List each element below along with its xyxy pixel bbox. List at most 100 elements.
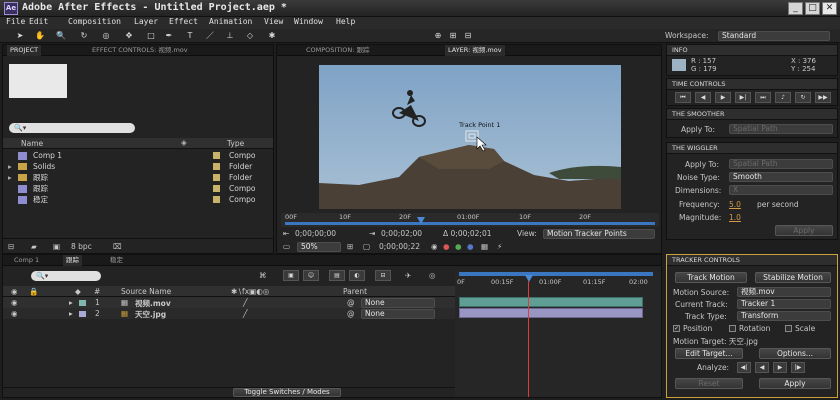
menu-file[interactable]: File [6, 17, 25, 26]
column-source-name[interactable]: Source Name [121, 287, 171, 296]
in-point-icon[interactable]: ⇤ [283, 229, 289, 238]
position-checkbox[interactable]: ✓ [673, 325, 680, 332]
axis-local-icon[interactable]: ⊕ [432, 30, 444, 41]
interpret-footage-icon[interactable]: ⊟ [8, 242, 14, 251]
motion-source-select[interactable]: 视频.mov [737, 287, 831, 297]
bpc-button[interactable]: 8 bpc [71, 242, 92, 251]
pan-behind-tool-icon[interactable]: ✥ [123, 30, 135, 41]
expand-arrow-icon[interactable]: ▸ [8, 161, 12, 172]
menu-composition[interactable]: Composition [68, 17, 121, 26]
playhead-icon[interactable] [525, 275, 533, 282]
noise-type-select[interactable]: Smooth [729, 172, 833, 182]
hand-tool-icon[interactable]: ✋ [34, 30, 46, 41]
track-type-select[interactable]: Transform [737, 311, 831, 321]
parent-select[interactable]: None [361, 309, 435, 319]
current-time-indicator[interactable] [528, 281, 529, 397]
timecode[interactable]: 0;00;00;22 [379, 242, 420, 251]
graph-editor-icon[interactable]: ⊟ [375, 270, 391, 281]
tab-effect-controls[interactable]: EFFECT CONTROLS: 视频.mov [89, 45, 191, 56]
always-preview-icon[interactable]: ▭ [283, 242, 290, 251]
menu-help[interactable]: Help [336, 17, 355, 26]
stabilize-motion-button[interactable]: Stabilize Motion [755, 272, 831, 283]
play-icon[interactable]: ▶ [715, 92, 731, 103]
tab-composition[interactable]: COMPOSITION: 跟踪 [303, 45, 372, 56]
edit-target-button[interactable]: Edit Target... [675, 348, 743, 359]
menu-animation[interactable]: Animation [209, 17, 252, 26]
menu-window[interactable]: Window [294, 17, 323, 26]
out-point-icon[interactable]: ⇥ [369, 229, 375, 238]
last-frame-icon[interactable]: ⏭ [755, 92, 771, 103]
tab-layer[interactable]: LAYER: 视频.mov [445, 45, 505, 56]
audio-icon[interactable]: ♪ [775, 92, 791, 103]
fast-previews-icon[interactable]: ⚡ [497, 242, 502, 251]
eraser-tool-icon[interactable]: ◇ [244, 30, 256, 41]
menu-edit[interactable]: Edit [29, 17, 48, 26]
loop-icon[interactable]: ↻ [795, 92, 811, 103]
work-area-bar[interactable] [285, 222, 655, 225]
frequency-value[interactable]: 5.0 [729, 200, 741, 209]
lock-column-icon[interactable]: 🔒 [29, 287, 38, 296]
selection-tool-icon[interactable]: ➤ [14, 30, 26, 41]
timeline-search-input[interactable]: 🔍▾ [31, 271, 101, 281]
zoom-select[interactable]: 50% [297, 242, 341, 252]
snapshot-icon[interactable]: ◉ [431, 242, 438, 251]
tab-tracking[interactable]: 跟踪 [63, 255, 82, 266]
workspace-select[interactable]: Standard [718, 31, 830, 41]
current-track-select[interactable]: Tracker 1 [737, 299, 831, 309]
work-area-bar[interactable] [459, 272, 653, 276]
channel-icon[interactable]: ● [443, 242, 450, 251]
tab-stabilize[interactable]: 稳定 [107, 255, 126, 266]
layer-bar[interactable] [459, 297, 643, 307]
analyze-forward-frame-icon[interactable]: |▶ [791, 362, 805, 373]
hide-shy-layers-icon[interactable]: ☺ [303, 270, 319, 281]
quality-switch-icon[interactable]: ╱ [243, 298, 248, 307]
project-item[interactable]: ▸ 跟踪 Folder [3, 172, 267, 183]
text-tool-icon[interactable]: T [184, 30, 196, 41]
camera-tool-icon[interactable]: ◎ [100, 30, 112, 41]
visibility-eye-icon[interactable]: ◉ [11, 298, 18, 307]
new-comp-icon[interactable]: ▣ [53, 242, 60, 251]
column-type[interactable]: Type [227, 139, 244, 148]
project-item[interactable]: 跟踪 Compo [3, 183, 267, 194]
tab-comp-1[interactable]: Comp 1 [11, 255, 42, 266]
comp-mini-flowchart-icon[interactable]: ⌘ [259, 271, 267, 280]
project-item[interactable]: 稳定 Compo [3, 194, 267, 205]
mask-tool-icon[interactable]: □ [145, 30, 157, 41]
project-item[interactable]: ▸ Solids Folder [3, 161, 267, 172]
pickwhip-icon[interactable]: @ [347, 309, 355, 318]
tab-project[interactable]: PROJECT [7, 45, 42, 56]
tracker-apply-button[interactable]: Apply [759, 378, 831, 389]
quality-switch-icon[interactable]: ╱ [243, 309, 248, 318]
rotate-tool-icon[interactable]: ↻ [78, 30, 90, 41]
clone-tool-icon[interactable]: ⊥ [224, 30, 236, 41]
label-column-icon[interactable]: ◆ [75, 287, 81, 296]
expand-arrow-icon[interactable]: ▸ [69, 309, 73, 318]
transparency-grid-icon[interactable]: ▦ [481, 242, 488, 251]
mask-visibility-icon[interactable]: ▢ [363, 242, 370, 251]
first-frame-icon[interactable]: ⏮ [675, 92, 691, 103]
analyze-forward-icon[interactable]: ▶ [773, 362, 787, 373]
axis-world-icon[interactable]: ⊞ [447, 30, 459, 41]
expand-arrow-icon[interactable]: ▸ [69, 298, 73, 307]
footage-frame[interactable] [319, 65, 621, 209]
layer-name[interactable]: 天空.jpg [135, 309, 166, 320]
scale-checkbox[interactable] [785, 325, 792, 332]
wiggler-apply-button[interactable]: Apply [775, 225, 833, 236]
keyframe-icon[interactable]: ◎ [429, 271, 436, 280]
table-row[interactable]: ◉ ▸ 1 ▦ 视频.mov ╱ @ None [3, 297, 455, 308]
toggle-switches-modes-button[interactable]: Toggle Switches / Modes [233, 388, 341, 397]
pickwhip-icon[interactable]: @ [347, 298, 355, 307]
column-parent[interactable]: Parent [343, 287, 367, 296]
expand-arrow-icon[interactable]: ▸ [8, 172, 12, 183]
timeline-graph[interactable]: 0F 00:15F 01:00F 01:15F 02:00 [455, 271, 661, 397]
reset-button[interactable]: Reset [675, 378, 743, 389]
close-button[interactable]: ✕ [822, 2, 837, 15]
brush-tool-icon[interactable]: ／ [204, 30, 216, 41]
parent-select[interactable]: None [361, 298, 435, 308]
region-of-interest-icon[interactable]: ● [467, 242, 474, 251]
resolution-icon[interactable]: ● [455, 242, 462, 251]
analyze-back-frame-icon[interactable]: ◀| [737, 362, 751, 373]
analyze-backward-icon[interactable]: ◀ [755, 362, 769, 373]
project-search-input[interactable]: 🔍▾ [9, 123, 135, 133]
visibility-eye-icon[interactable]: ◉ [11, 309, 18, 318]
